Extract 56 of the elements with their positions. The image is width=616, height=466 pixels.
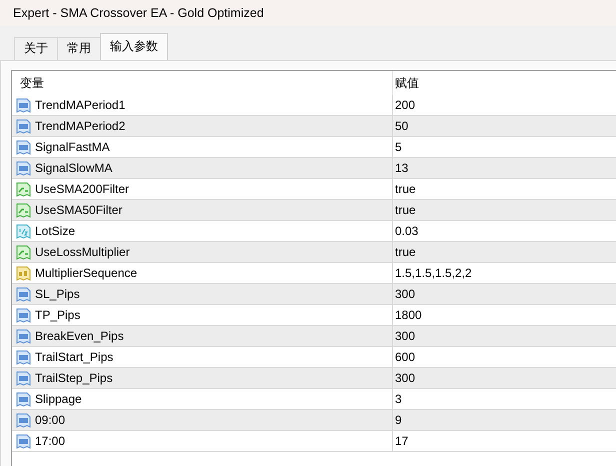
- int-icon: [16, 98, 31, 112]
- variable-name: SL_Pips: [35, 286, 80, 303]
- int-icon: [16, 140, 31, 154]
- int-icon: [16, 118, 31, 134]
- value-cell[interactable]: true: [395, 243, 416, 261]
- value-cell[interactable]: true: [395, 201, 416, 219]
- window-title: Expert - SMA Crossover EA - Gold Optimized: [0, 0, 616, 26]
- variable-name: TrailStep_Pips: [35, 370, 113, 387]
- value-cell[interactable]: 1800: [395, 306, 422, 324]
- variable-name: SignalFastMA: [35, 139, 110, 156]
- bool-icon: [16, 202, 31, 218]
- value-cell[interactable]: 300: [395, 369, 416, 387]
- value-cell[interactable]: 1.5,1.5,1.5,2,2: [395, 264, 472, 282]
- value-cell[interactable]: 300: [395, 327, 416, 345]
- value-cell[interactable]: 50: [395, 117, 408, 135]
- tab[interactable]: 输入参数: [100, 33, 168, 60]
- column-header: 赋值: [395, 75, 419, 92]
- int-icon: [16, 434, 31, 448]
- variable-name: BreakEven_Pips: [35, 328, 124, 345]
- tab[interactable]: 关于: [14, 37, 58, 60]
- variable-name: UseSMA50Filter: [35, 202, 122, 219]
- value-cell[interactable]: 3: [395, 390, 402, 408]
- column-header: 变量: [20, 75, 44, 92]
- variable-name: TrendMAPeriod1: [35, 97, 126, 114]
- double-icon: [16, 224, 31, 238]
- value-cell[interactable]: 9: [395, 411, 402, 429]
- int-icon: [16, 308, 31, 322]
- value-cell[interactable]: 600: [395, 348, 416, 366]
- variable-name: SignalSlowMA: [35, 160, 112, 177]
- variable-name: UseSMA200Filter: [35, 181, 130, 198]
- variable-name: MultiplierSequence: [35, 265, 138, 282]
- variable-name: UseLossMultiplier: [35, 244, 130, 261]
- bool-icon: [16, 244, 31, 260]
- value-cell[interactable]: 5: [395, 138, 402, 156]
- variable-name: 09:00: [35, 412, 66, 429]
- int-icon: [16, 370, 31, 386]
- int-icon: [16, 392, 31, 406]
- variable-name: TP_Pips: [35, 307, 80, 324]
- value-cell[interactable]: 300: [395, 285, 416, 303]
- variable-name: TrailStart_Pips: [35, 349, 114, 366]
- variable-name: Slippage: [35, 391, 82, 408]
- value-cell[interactable]: 13: [395, 159, 408, 177]
- string-icon: [16, 266, 31, 280]
- value-cell[interactable]: 0.03: [395, 222, 418, 240]
- variable-name: LotSize: [35, 223, 76, 240]
- int-icon: [16, 286, 31, 302]
- int-icon: [16, 328, 31, 344]
- bool-icon: [16, 182, 31, 196]
- value-cell[interactable]: true: [395, 180, 416, 198]
- int-icon: [16, 160, 31, 176]
- int-icon: [16, 350, 31, 364]
- value-cell[interactable]: 17: [395, 432, 408, 450]
- variable-name: TrendMAPeriod2: [35, 118, 126, 135]
- value-cell[interactable]: 200: [395, 96, 416, 114]
- int-icon: [16, 412, 31, 428]
- variable-name: 17:00: [35, 433, 66, 450]
